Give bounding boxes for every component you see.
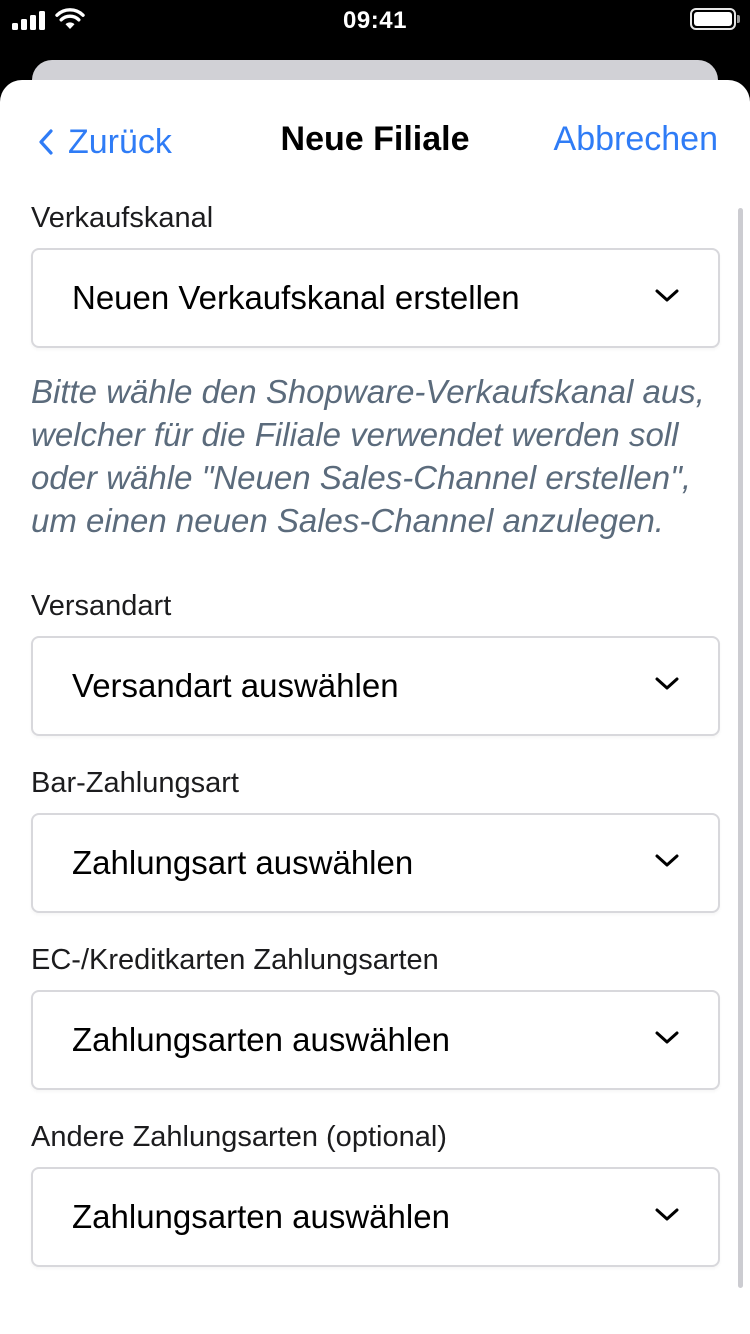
shipping-label: Versandart: [31, 590, 172, 622]
sales-channel-select[interactable]: Neuen Verkaufskanal erstellen: [31, 248, 720, 348]
cash-payment-label: Bar-Zahlungsart: [31, 767, 239, 799]
back-button[interactable]: Zurück: [38, 120, 172, 164]
card-payment-select[interactable]: Zahlungsarten auswählen: [31, 990, 720, 1090]
sales-channel-hint: Bitte wähle den Shopware-Verkaufskanal a…: [31, 373, 705, 539]
card-payment-value: Zahlungsarten auswählen: [72, 1021, 450, 1058]
chevron-left-icon: [39, 129, 53, 155]
other-payment-label: Andere Zahlungsarten (optional): [31, 1121, 447, 1153]
chevron-down-icon: [655, 854, 679, 867]
modal-sheet: Zurück Neue Filiale Abbrechen Verkaufska…: [0, 80, 750, 1334]
scroll-indicator[interactable]: [738, 208, 743, 1288]
chevron-down-icon: [655, 1208, 679, 1221]
back-button-label: Zurück: [68, 122, 172, 161]
battery-icon: [690, 8, 740, 30]
status-bar: 09:41: [0, 0, 750, 40]
sales-channel-label: Verkaufskanal: [31, 202, 214, 234]
shipping-select[interactable]: Versandart auswählen: [31, 636, 720, 736]
chevron-down-icon: [655, 289, 679, 302]
other-payment-value: Zahlungsarten auswählen: [72, 1198, 450, 1235]
chevron-down-icon: [655, 677, 679, 690]
navigation-bar: Zurück Neue Filiale Abbrechen: [0, 80, 750, 200]
shipping-value: Versandart auswählen: [72, 667, 399, 704]
card-payment-label: EC-/Kreditkarten Zahlungsarten: [31, 944, 439, 976]
chevron-down-icon: [655, 1031, 679, 1044]
sales-channel-value: Neuen Verkaufskanal erstellen: [72, 279, 520, 316]
cash-payment-value: Zahlungsart auswählen: [72, 844, 414, 881]
cancel-button[interactable]: Abbrechen: [554, 120, 718, 159]
other-payment-select[interactable]: Zahlungsarten auswählen: [31, 1167, 720, 1267]
store-form: Verkaufskanal Neuen Verkaufskanal erstel…: [31, 198, 720, 1267]
status-time: 09:41: [343, 7, 407, 34]
cash-payment-select[interactable]: Zahlungsart auswählen: [31, 813, 720, 913]
